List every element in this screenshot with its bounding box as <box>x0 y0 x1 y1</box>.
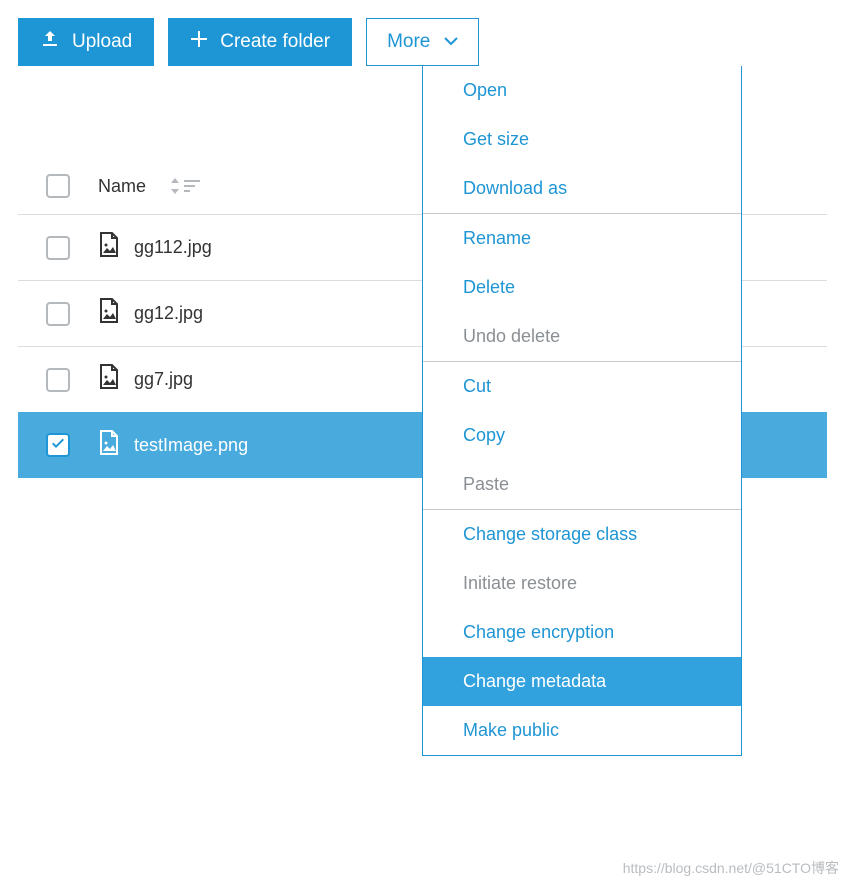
watermark-text: https://blog.csdn.net/@51CTO博客 <box>623 858 839 878</box>
menu-item[interactable]: Copy <box>423 411 741 460</box>
image-file-icon <box>98 364 120 395</box>
file-name-label: gg112.jpg <box>134 237 212 258</box>
menu-item: Initiate restore <box>423 559 741 608</box>
file-name-cell: gg7.jpg <box>98 364 193 395</box>
more-label: More <box>387 31 430 53</box>
file-name-label: testImage.png <box>134 435 248 456</box>
more-button[interactable]: More <box>366 18 479 66</box>
column-name-label: Name <box>98 176 146 197</box>
menu-item: Undo delete <box>423 312 741 361</box>
file-name-label: gg12.jpg <box>134 303 203 324</box>
menu-item[interactable]: Change storage class <box>423 510 741 559</box>
menu-group: CutCopyPaste <box>423 361 741 509</box>
row-checkbox[interactable] <box>46 302 70 326</box>
image-file-icon <box>98 298 120 329</box>
file-name-cell: testImage.png <box>98 430 248 461</box>
upload-label: Upload <box>72 31 132 53</box>
image-file-icon <box>98 430 120 461</box>
row-checkbox[interactable] <box>46 433 70 457</box>
menu-group: Change storage classInitiate restoreChan… <box>423 509 741 755</box>
create-folder-button[interactable]: Create folder <box>168 18 352 66</box>
select-all-checkbox[interactable] <box>46 174 70 198</box>
file-name-label: gg7.jpg <box>134 369 193 390</box>
menu-item[interactable]: Change encryption <box>423 608 741 657</box>
menu-item[interactable]: Open <box>423 66 741 115</box>
image-file-icon <box>98 232 120 263</box>
column-name[interactable]: Name <box>98 176 200 197</box>
chevron-down-icon <box>444 31 458 53</box>
menu-item[interactable]: Change metadata <box>423 657 741 706</box>
plus-icon <box>190 30 208 54</box>
upload-icon <box>40 29 60 55</box>
toolbar: Upload Create folder More <box>18 18 827 66</box>
menu-item[interactable]: Make public <box>423 706 741 755</box>
create-folder-label: Create folder <box>220 31 330 53</box>
row-checkbox[interactable] <box>46 236 70 260</box>
row-checkbox[interactable] <box>46 368 70 392</box>
menu-item[interactable]: Get size <box>423 115 741 164</box>
more-dropdown: OpenGet sizeDownload asRenameDeleteUndo … <box>422 66 742 756</box>
upload-button[interactable]: Upload <box>18 18 154 66</box>
menu-group: OpenGet sizeDownload as <box>423 66 741 213</box>
menu-item[interactable]: Download as <box>423 164 741 213</box>
menu-item[interactable]: Delete <box>423 263 741 312</box>
file-name-cell: gg12.jpg <box>98 298 203 329</box>
sort-icon <box>170 178 200 194</box>
menu-item[interactable]: Cut <box>423 362 741 411</box>
file-name-cell: gg112.jpg <box>98 232 212 263</box>
menu-item[interactable]: Rename <box>423 214 741 263</box>
menu-item: Paste <box>423 460 741 509</box>
menu-group: RenameDeleteUndo delete <box>423 213 741 361</box>
